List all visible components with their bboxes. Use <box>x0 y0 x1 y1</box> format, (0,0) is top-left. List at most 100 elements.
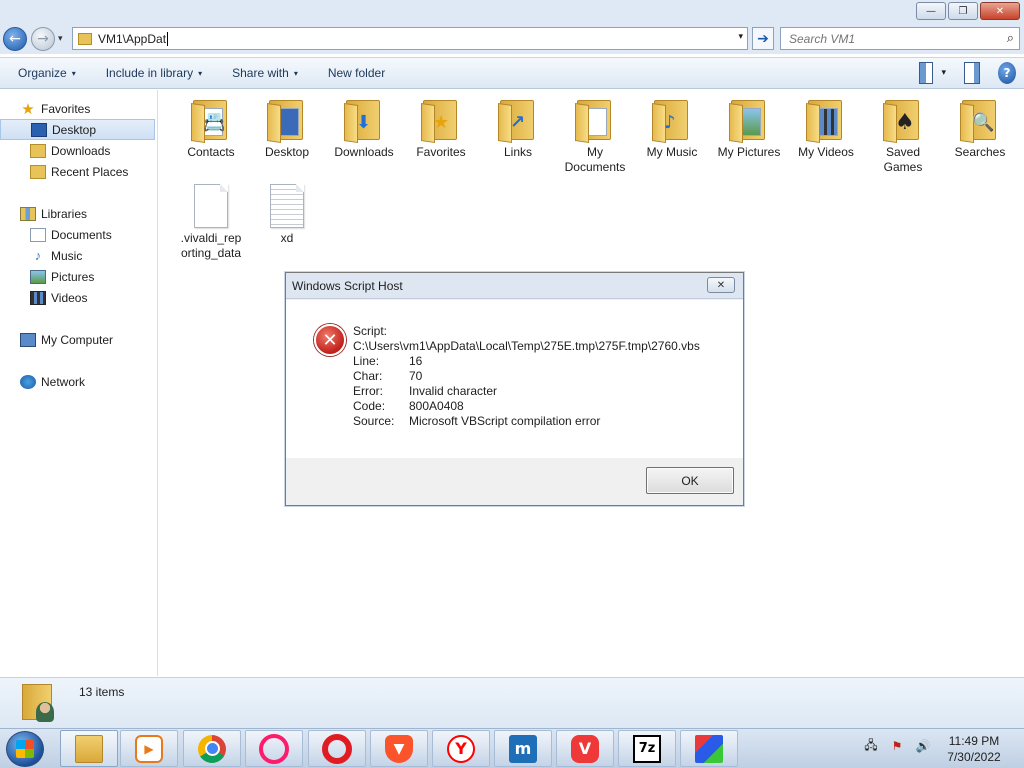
downloads-icon <box>30 143 46 158</box>
sidebar-item-music[interactable]: ♪ Music <box>0 245 157 266</box>
sidebar-item-label: Downloads <box>51 143 111 158</box>
taskbar: ▶ ▼ Y m V 7z 🖧 ⚑ 🔊 11:49 PM 7/30/2022 <box>0 728 1024 768</box>
organize-label: Organize <box>18 66 67 80</box>
links-folder-icon: ↗ <box>496 96 540 143</box>
folder-my-documents[interactable]: My Documents <box>558 96 632 175</box>
include-in-library-button[interactable]: Include in library ▾ <box>86 58 212 88</box>
taskbar-vivaldi[interactable]: V <box>556 730 614 767</box>
item-count: 13 items <box>79 685 125 699</box>
taskbar-maxthon[interactable]: m <box>494 730 552 767</box>
sidebar-item-label: Recent Places <box>51 164 129 179</box>
folder-downloads[interactable]: ⬇ Downloads <box>327 96 401 160</box>
minimize-button[interactable]: — <box>916 2 946 20</box>
organize-button[interactable]: Organize ▾ <box>0 58 86 88</box>
navigation-pane: ★ Favorites Desktop Downloads Recent Pla… <box>0 90 158 676</box>
sidebar-item-label: Music <box>51 248 83 263</box>
sidebar-item-label: Videos <box>51 290 88 305</box>
user-folder-icon <box>20 682 56 724</box>
help-icon[interactable]: ? <box>998 62 1016 84</box>
explorer-icon <box>75 734 103 763</box>
sidebar-item-videos[interactable]: Videos <box>0 287 157 308</box>
taskbar-yandex[interactable]: Y <box>432 730 490 767</box>
sidebar-item-my-computer[interactable]: My Computer <box>0 329 157 350</box>
go-button[interactable]: ➔ <box>752 27 774 50</box>
item-label: Links <box>503 145 532 159</box>
forward-button[interactable]: → <box>31 27 55 51</box>
sidebar-item-label: Desktop <box>52 122 97 137</box>
sidebar-item-desktop[interactable]: Desktop <box>0 119 155 140</box>
folder-links[interactable]: ↗ Links <box>481 96 555 160</box>
back-button[interactable]: ← <box>3 27 27 51</box>
search-box[interactable]: ⌕ <box>780 27 1020 50</box>
sidebar-item-network[interactable]: Network <box>0 371 157 392</box>
item-label: .vivaldi_rep orting_data <box>181 231 242 261</box>
7zip-icon: 7z <box>633 734 661 763</box>
item-label: Favorites <box>416 145 466 159</box>
vivaldi-icon: V <box>571 734 599 763</box>
sidebar-item-recent-places[interactable]: Recent Places <box>0 161 157 182</box>
taskbar-opera[interactable] <box>308 730 366 767</box>
taskbar-7zip[interactable]: 7z <box>618 730 676 767</box>
ok-button[interactable]: OK <box>646 467 734 494</box>
taskbar-chrome[interactable] <box>183 730 241 767</box>
star-icon: ★ <box>21 100 35 118</box>
dialog-title: Windows Script Host <box>286 273 743 299</box>
sidebar-item-label: Favorites <box>41 101 91 116</box>
clock-time: 11:49 PM <box>948 734 1000 748</box>
dialog-footer: OK <box>286 458 743 505</box>
sidebar-item-favorites[interactable]: ★ Favorites <box>0 98 157 119</box>
taskbar-media-player[interactable]: ▶ <box>120 730 178 767</box>
share-with-button[interactable]: Share with ▾ <box>212 58 308 88</box>
sidebar-item-documents[interactable]: Documents <box>0 224 157 245</box>
opera-gx-icon <box>259 733 289 764</box>
folder-my-music[interactable]: ♪ My Music <box>635 96 709 160</box>
sidebar-item-label: My Computer <box>41 332 114 347</box>
chevron-down-icon: ▾ <box>293 68 298 78</box>
item-label-line: .vivaldi_rep <box>180 231 242 245</box>
file-xd[interactable]: xd <box>250 184 324 246</box>
script-label: Script: <box>353 324 388 338</box>
folder-my-videos[interactable]: My Videos <box>789 96 863 160</box>
preview-pane-icon[interactable] <box>964 62 980 84</box>
close-button[interactable]: ✕ <box>980 2 1020 20</box>
view-controls: ▾ ? <box>911 62 1016 84</box>
folder-searches[interactable]: 🔍 Searches <box>943 96 1017 160</box>
folder-favorites[interactable]: ★ Favorites <box>404 96 478 160</box>
folder-contacts[interactable]: 📇 Contacts <box>174 96 248 160</box>
change-view-icon[interactable] <box>919 62 934 84</box>
sidebar-item-pictures[interactable]: Pictures <box>0 266 157 287</box>
recent-pages-dropdown[interactable]: ▾ <box>58 34 63 44</box>
maxthon-icon: m <box>509 734 537 763</box>
address-path[interactable]: VM1\AppDat <box>98 32 166 46</box>
action-center-flag-icon[interactable]: ⚑ <box>888 737 906 755</box>
view-options-dropdown[interactable]: ▾ <box>941 62 946 84</box>
dialog-close-button[interactable]: ✕ <box>707 277 735 293</box>
address-history-dropdown[interactable]: ▾ <box>738 32 743 42</box>
text-file-icon <box>270 184 304 228</box>
folder-desktop[interactable]: Desktop <box>250 96 324 160</box>
music-folder-icon: ♪ <box>650 96 694 143</box>
start-button[interactable] <box>6 731 44 767</box>
new-folder-button[interactable]: New folder <box>308 58 395 88</box>
recent-places-icon <box>30 164 46 179</box>
taskbar-explorer[interactable] <box>60 730 118 767</box>
folder-saved-games[interactable]: ♠ Saved Games <box>866 96 940 175</box>
search-input[interactable] <box>789 31 999 46</box>
documents-icon <box>30 227 46 242</box>
folder-my-pictures[interactable]: My Pictures <box>712 96 786 160</box>
sidebar-item-downloads[interactable]: Downloads <box>0 140 157 161</box>
window-controls: — ❐ ✕ <box>914 2 1020 20</box>
taskbar-app[interactable] <box>680 730 738 767</box>
taskbar-opera-gx[interactable] <box>245 730 303 767</box>
address-bar[interactable]: VM1\AppDat ▾ <box>72 27 748 50</box>
videos-icon <box>30 290 46 305</box>
taskbar-brave[interactable]: ▼ <box>370 730 428 767</box>
yandex-icon: Y <box>447 734 475 763</box>
network-tray-icon[interactable]: 🖧 <box>862 737 880 755</box>
clock[interactable]: 11:49 PM 7/30/2022 <box>930 733 1018 765</box>
sidebar-item-libraries[interactable]: Libraries <box>0 203 157 224</box>
file-vivaldi-reporting-data[interactable]: .vivaldi_rep orting_data <box>174 184 248 261</box>
search-icon[interactable]: ⌕ <box>1007 31 1014 46</box>
maximize-button[interactable]: ❐ <box>948 2 978 20</box>
